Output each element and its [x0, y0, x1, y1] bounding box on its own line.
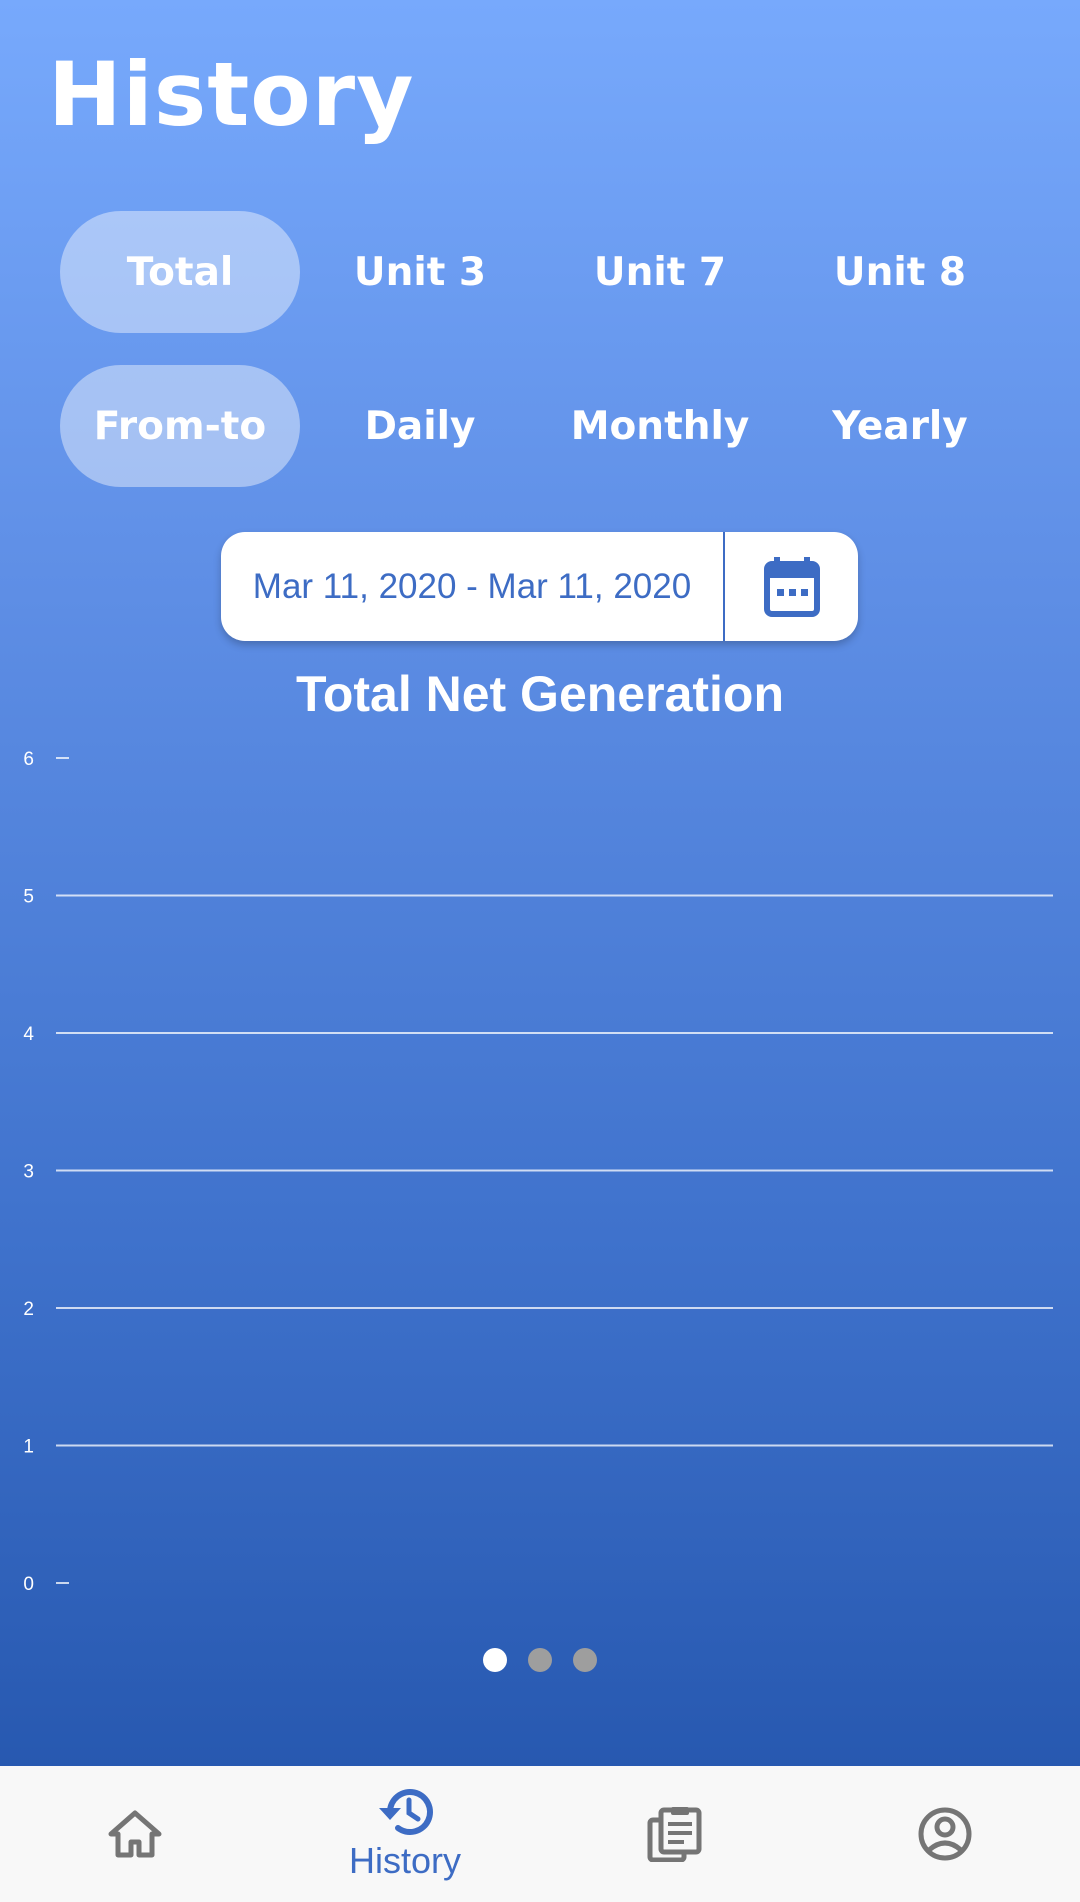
y-tick-label: 3 [23, 1162, 34, 1183]
tab-unit-7[interactable]: Unit 7 [540, 211, 780, 333]
y-tick-label: 6 [23, 749, 34, 770]
nav-history[interactable]: History [270, 1766, 540, 1902]
page-dot-3[interactable] [573, 1648, 597, 1672]
nav-history-label: History [348, 1840, 461, 1881]
tab-daily[interactable]: Daily [300, 365, 540, 487]
y-tick-label: 1 [23, 1437, 34, 1458]
tab-total[interactable]: Total [60, 211, 300, 333]
page-dot-1[interactable] [483, 1648, 507, 1672]
y-tick-label: 2 [23, 1299, 34, 1320]
page-indicator [0, 1648, 1080, 1672]
tab-unit-8[interactable]: Unit 8 [780, 211, 1020, 333]
calendar-icon [763, 556, 820, 617]
history-icon [379, 1789, 433, 1835]
date-range-text[interactable]: Mar 11, 2020 - Mar 11, 2020 [221, 567, 723, 607]
y-tick-label: 4 [23, 1024, 34, 1045]
tab-unit-3[interactable]: Unit 3 [300, 211, 540, 333]
y-tick-label: 5 [23, 887, 34, 908]
page-dot-2[interactable] [528, 1648, 552, 1672]
period-selector: From-to Daily Monthly Yearly [60, 365, 1020, 487]
calendar-button[interactable] [725, 532, 858, 641]
account-icon [918, 1807, 972, 1861]
y-tick-label: 0 [23, 1574, 34, 1595]
date-range-picker[interactable]: Mar 11, 2020 - Mar 11, 2020 [221, 532, 858, 641]
clipboard-icon [647, 1807, 702, 1862]
home-icon [108, 1810, 162, 1858]
page-title: History [48, 43, 415, 146]
nav-account[interactable] [810, 1766, 1080, 1902]
tab-from-to[interactable]: From-to [60, 365, 300, 487]
unit-selector: Total Unit 3 Unit 7 Unit 8 [60, 211, 1020, 333]
nav-reports[interactable] [540, 1766, 810, 1902]
net-generation-chart: 0 1 2 3 4 5 6 [23, 749, 1053, 1595]
tab-monthly[interactable]: Monthly [540, 365, 780, 487]
tab-yearly[interactable]: Yearly [780, 365, 1020, 487]
bottom-navigation: History [0, 1766, 1080, 1902]
chart-title: Total Net Generation [295, 666, 784, 722]
nav-home[interactable] [0, 1766, 270, 1902]
